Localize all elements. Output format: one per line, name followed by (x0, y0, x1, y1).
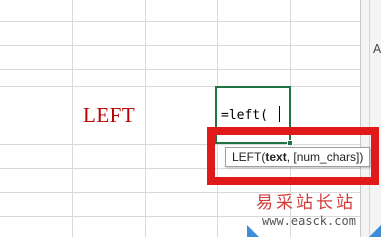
cell-formula-input[interactable]: =left( (221, 108, 268, 123)
corner-triangle-icon (369, 225, 381, 237)
grid-col-line (72, 0, 73, 237)
cell-label-left[interactable]: LEFT (83, 103, 135, 128)
corner-triangle-icon (247, 225, 259, 237)
grid-row-line (0, 69, 360, 70)
grid-row-line (0, 45, 360, 46)
watermark-url: www.easck.com (262, 214, 356, 228)
right-side-panel: A (360, 0, 381, 237)
panel-divider (369, 0, 370, 237)
grid-row-line (0, 21, 360, 22)
grid-row-line (0, 86, 360, 87)
grid-col-line (145, 0, 146, 237)
spreadsheet-grid[interactable]: LEFT =left( A LEFT(text, [num_chars]) 易采… (0, 0, 381, 237)
panel-glyph: A (373, 42, 381, 56)
text-caret (279, 106, 280, 122)
watermark-title: 易采站长站 (256, 193, 356, 213)
highlight-box (207, 127, 379, 185)
